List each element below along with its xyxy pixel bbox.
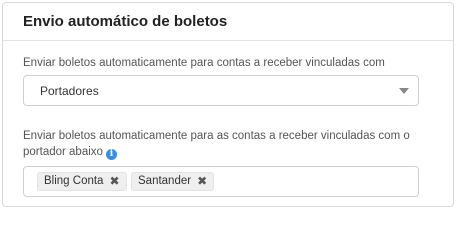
carrier-tag-bling-conta: Bling Conta ✖ <box>37 172 127 191</box>
info-icon[interactable]: i <box>105 149 117 160</box>
carrier-tag-santander: Santander ✖ <box>131 172 215 191</box>
panel-header: Envio automático de boletos <box>3 3 453 41</box>
carrier-label-text: Enviar boletos automaticamente para as c… <box>23 130 410 158</box>
auto-send-select[interactable]: Portadores <box>23 75 419 106</box>
chevron-down-icon <box>399 88 409 94</box>
tag-label: Santander <box>138 175 192 187</box>
tag-label: Bling Conta <box>44 175 104 187</box>
remove-tag-icon[interactable]: ✖ <box>197 173 207 190</box>
carrier-label: Enviar boletos automaticamente para as c… <box>23 128 428 160</box>
remove-tag-icon[interactable]: ✖ <box>109 173 119 190</box>
auto-boleto-panel: Envio automático de boletos Enviar bolet… <box>2 2 454 207</box>
auto-send-label: Enviar boletos automaticamente para cont… <box>23 57 385 69</box>
carrier-multiselect[interactable]: Bling Conta ✖ Santander ✖ <box>23 166 419 197</box>
section-title: Envio automático de boletos <box>23 13 228 30</box>
auto-send-selected-value: Portadores <box>40 84 99 98</box>
